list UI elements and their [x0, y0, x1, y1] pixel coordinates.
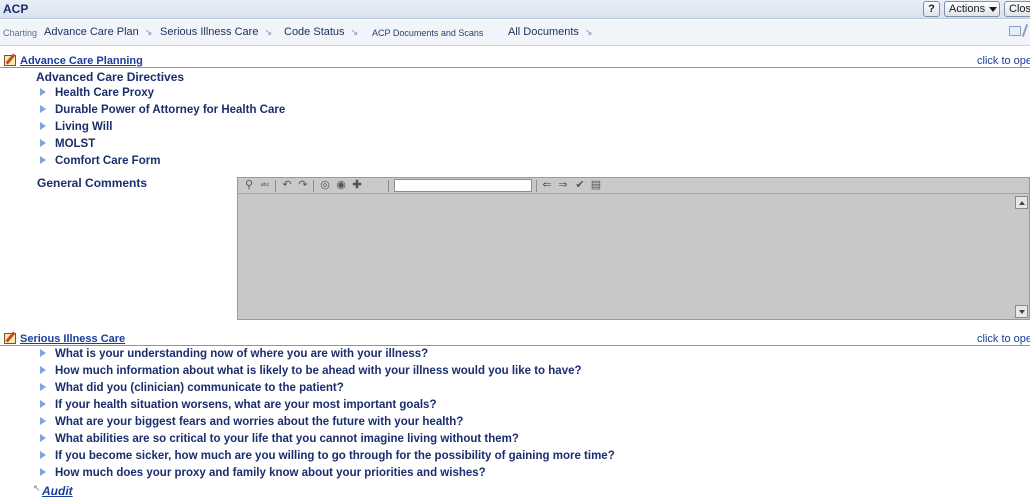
editor-toolbar: ⚲ ᵃᵇᶜ ↶ ↷ ◎ ◉ ✚ ⇐ ⇒ ✔ ▤	[238, 178, 1029, 194]
window-title: ACP	[3, 2, 29, 16]
general-comments-editor[interactable]: ⚲ ᵃᵇᶜ ↶ ↷ ◎ ◉ ✚ ⇐ ⇒ ✔ ▤	[237, 177, 1030, 320]
tab-advance-care-plan[interactable]: Advance Care Plan ↘	[44, 26, 152, 38]
tab-acp-documents[interactable]: ACP Documents and Scans	[372, 28, 483, 38]
jump-arrow-icon: ↘	[584, 27, 593, 37]
expand-triangle-icon	[40, 87, 46, 96]
section-header-sic: Serious Illness Care click to oper	[0, 332, 1030, 346]
question-label: How much does your proxy and family know…	[55, 467, 486, 479]
autotext-icon[interactable]: ◉	[334, 179, 348, 192]
question-label: What did you (clinician) communicate to …	[55, 382, 344, 394]
question-label: What abilities are so critical to your l…	[55, 433, 519, 445]
expand-triangle-icon	[40, 365, 46, 374]
list-item-health-care-proxy[interactable]: Health Care Proxy	[40, 87, 154, 103]
question-item[interactable]: What abilities are so critical to your l…	[40, 433, 519, 449]
question-label: If your health situation worsens, what a…	[55, 399, 437, 411]
sic-open-link[interactable]: click to oper	[977, 333, 1030, 345]
question-item[interactable]: What is your understanding now of where …	[40, 348, 428, 364]
tab-charting[interactable]: Charting	[3, 28, 37, 38]
question-label: What are your biggest fears and worries …	[55, 416, 464, 428]
undo-icon[interactable]: ↶	[280, 179, 294, 192]
spellcheck-icon[interactable]: ᵃᵇᶜ	[258, 179, 272, 192]
edit-icon[interactable]	[4, 55, 16, 66]
window-icon	[1009, 26, 1021, 36]
expand-triangle-icon	[40, 467, 46, 476]
list-item-molst[interactable]: MOLST	[40, 138, 95, 154]
expand-triangle-icon	[40, 450, 46, 459]
expand-triangle-icon	[40, 155, 46, 164]
sign-icon[interactable]: ✔	[573, 179, 587, 192]
question-item[interactable]: What did you (clinician) communicate to …	[40, 382, 344, 398]
expand-triangle-icon	[40, 138, 46, 147]
toolbar-divider	[313, 180, 314, 192]
advanced-care-directives-title: Advanced Care Directives	[36, 70, 185, 84]
tab-bar: Charting Advance Care Plan ↘ Serious Illn…	[0, 20, 1030, 46]
audit-link[interactable]: Audit	[42, 484, 73, 498]
expand-triangle-icon	[40, 348, 46, 357]
toolbar-divider	[536, 180, 537, 192]
actions-dropdown[interactable]: Actions	[944, 1, 1000, 17]
acp-section-title[interactable]: Advance Care Planning	[20, 55, 143, 67]
chevron-down-icon	[989, 6, 998, 12]
forward-arrow-icon[interactable]: ⇒	[556, 179, 570, 192]
redo-icon[interactable]: ↷	[296, 179, 310, 192]
tab-serious-illness-care[interactable]: Serious Illness Care ↘	[160, 26, 272, 38]
list-item-durable-poa[interactable]: Durable Power of Attorney for Health Car…	[40, 104, 285, 120]
scroll-down-icon[interactable]	[1015, 305, 1028, 318]
close-button[interactable]: Clos	[1004, 1, 1030, 17]
item-label: Durable Power of Attorney for Health Car…	[55, 104, 286, 116]
item-label: Living Will	[55, 121, 113, 133]
save-icon[interactable]: ▤	[589, 179, 603, 192]
question-item[interactable]: How much does your proxy and family know…	[40, 467, 486, 483]
tab-label: Advance Care Plan	[44, 26, 139, 38]
jump-arrow-icon: ↘	[350, 27, 359, 37]
tab-code-status[interactable]: Code Status ↘	[284, 26, 358, 38]
toolbar-divider	[275, 180, 276, 192]
expand-triangle-icon	[40, 382, 46, 391]
question-item[interactable]: How much information about what is likel…	[40, 365, 582, 381]
tab-label: All Documents	[508, 26, 579, 38]
audit-arrow-icon: ↖	[33, 483, 41, 493]
title-bar: ACP ? Actions Clos	[0, 0, 1030, 19]
list-item-comfort-care-form[interactable]: Comfort Care Form	[40, 155, 160, 171]
acp-open-link[interactable]: click to oper	[977, 55, 1030, 67]
section-header-acp: Advance Care Planning click to oper	[0, 54, 1030, 68]
expand-triangle-icon	[40, 121, 46, 130]
question-item[interactable]: What are your biggest fears and worries …	[40, 416, 463, 432]
question-label: If you become sicker, how much are you w…	[55, 450, 615, 462]
sic-section-title[interactable]: Serious Illness Care	[20, 333, 125, 345]
question-item[interactable]: If you become sicker, how much are you w…	[40, 450, 615, 466]
view-options[interactable]	[1009, 24, 1030, 38]
back-arrow-icon[interactable]: ⇐	[540, 179, 554, 192]
question-item[interactable]: If your health situation worsens, what a…	[40, 399, 436, 415]
autotext-input[interactable]	[394, 179, 532, 192]
item-label: MOLST	[55, 138, 96, 150]
expand-triangle-icon	[40, 416, 46, 425]
question-label: What is your understanding now of where …	[55, 348, 429, 360]
expand-triangle-icon	[40, 104, 46, 113]
jump-arrow-icon: ↘	[144, 27, 153, 37]
pencil-icon	[1021, 24, 1029, 37]
jump-arrow-icon: ↘	[264, 27, 272, 37]
tab-label: Code Status	[284, 26, 345, 38]
general-comments-label: General Comments	[37, 176, 148, 190]
item-label: Health Care Proxy	[55, 87, 155, 99]
comments-text-area[interactable]	[238, 195, 1029, 319]
editor-scrollbar[interactable]	[1015, 195, 1029, 319]
tab-all-documents[interactable]: All Documents ↘	[508, 26, 592, 38]
list-item-living-will[interactable]: Living Will	[40, 121, 112, 137]
find-icon[interactable]: ⚲	[242, 179, 256, 192]
help-button[interactable]: ?	[923, 1, 940, 17]
edit-icon[interactable]	[4, 333, 16, 344]
expand-triangle-icon	[40, 399, 46, 408]
add-icon[interactable]: ✚	[350, 179, 364, 192]
toolbar-divider	[388, 180, 389, 192]
expand-triangle-icon	[40, 433, 46, 442]
scroll-up-icon[interactable]	[1015, 196, 1028, 209]
actions-label: Actions	[949, 3, 986, 15]
tab-label: Serious Illness Care	[160, 26, 259, 38]
question-label: How much information about what is likel…	[55, 365, 582, 377]
template-icon[interactable]: ◎	[318, 179, 332, 192]
item-label: Comfort Care Form	[55, 155, 161, 167]
